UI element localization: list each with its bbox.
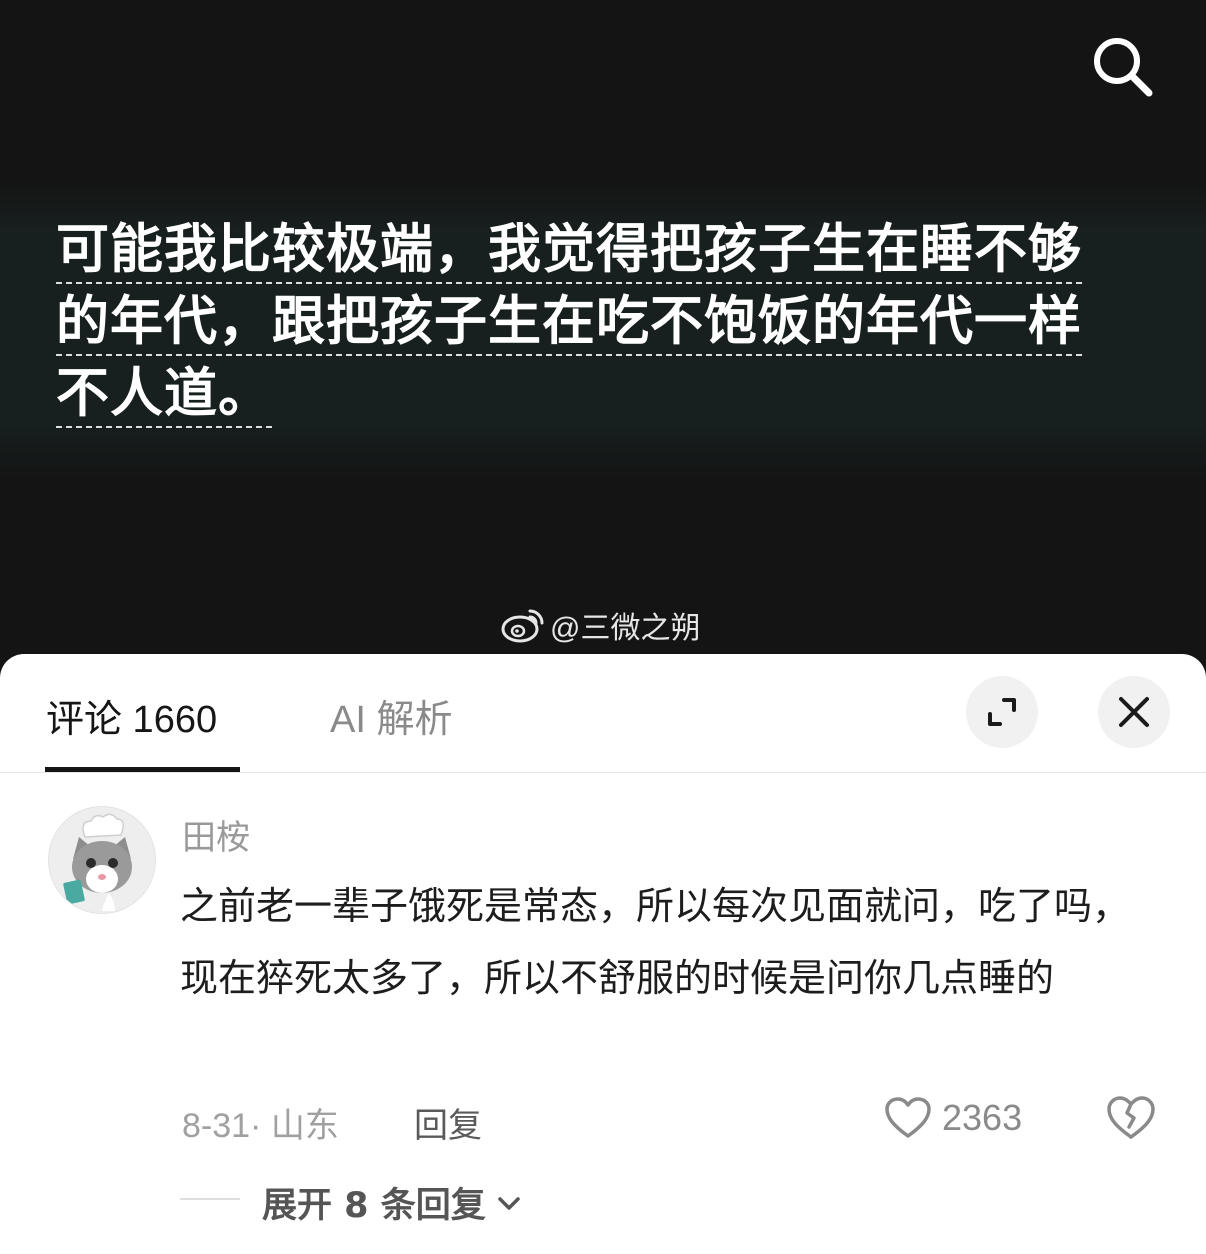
comment-body: 之前老一辈子饿死是常态，所以每次见面就问，吃了吗，现在猝死太多了，所以不舒服的时… [180, 884, 1131, 1000]
active-tab-indicator [45, 767, 240, 772]
tab-ai-analysis[interactable]: AI 解析 [330, 688, 452, 743]
expand-replies-button[interactable]: 展开 8 条回复 [262, 1177, 522, 1228]
reply-button[interactable]: 回复 [414, 1098, 482, 1147]
caption-line: 不人道。 [56, 358, 1156, 430]
like-button[interactable]: 2363 [884, 1092, 1022, 1144]
expand-icon [988, 698, 1016, 726]
cat-chef-avatar [49, 807, 155, 913]
heart-icon [885, 1097, 931, 1138]
video-caption: 可能我比较极端，我觉得把孩子生在睡不够 的年代，跟把孩子生在吃不饱饭的年代一样 … [56, 214, 1156, 430]
replies-divider [180, 1198, 240, 1200]
watermark-text: @三微之朔 [550, 612, 701, 645]
dislike-button[interactable] [1104, 1092, 1158, 1144]
comment-sheet: 评论 1660 AI 解析 田桉 之前老一辈子饿死是常态，所以每次见面就问，吃了… [0, 654, 1206, 1254]
tab-comments[interactable]: 评论 1660 [46, 688, 217, 743]
like-count: 2363 [942, 1097, 1023, 1138]
video-player[interactable]: 可能我比较极端，我觉得把孩子生在睡不够 的年代，跟把孩子生在吃不饱饭的年代一样 … [0, 0, 1206, 680]
expand-button[interactable] [966, 676, 1038, 748]
close-button[interactable] [1098, 676, 1170, 748]
caption-line: 可能我比较极端，我觉得把孩子生在睡不够 [56, 214, 1156, 286]
weibo-logo [501, 609, 544, 643]
avatar[interactable] [48, 806, 156, 914]
comment-username[interactable]: 田桉 [182, 810, 250, 859]
search-icon [1094, 38, 1153, 97]
broken-heart-icon [1107, 1096, 1155, 1139]
search-button[interactable] [1086, 30, 1158, 102]
chevron-down-icon [497, 1196, 520, 1210]
expand-replies-label: 展开 8 条回复 [262, 1186, 486, 1226]
caption-line: 的年代，跟把孩子生在吃不饱饭的年代一样 [56, 286, 1156, 358]
close-icon [1119, 697, 1149, 727]
watermark: @三微之朔 [500, 603, 700, 647]
tab-bar: 评论 1660 AI 解析 [0, 654, 1206, 773]
comment-meta: 8-31· 山东 [182, 1107, 339, 1145]
